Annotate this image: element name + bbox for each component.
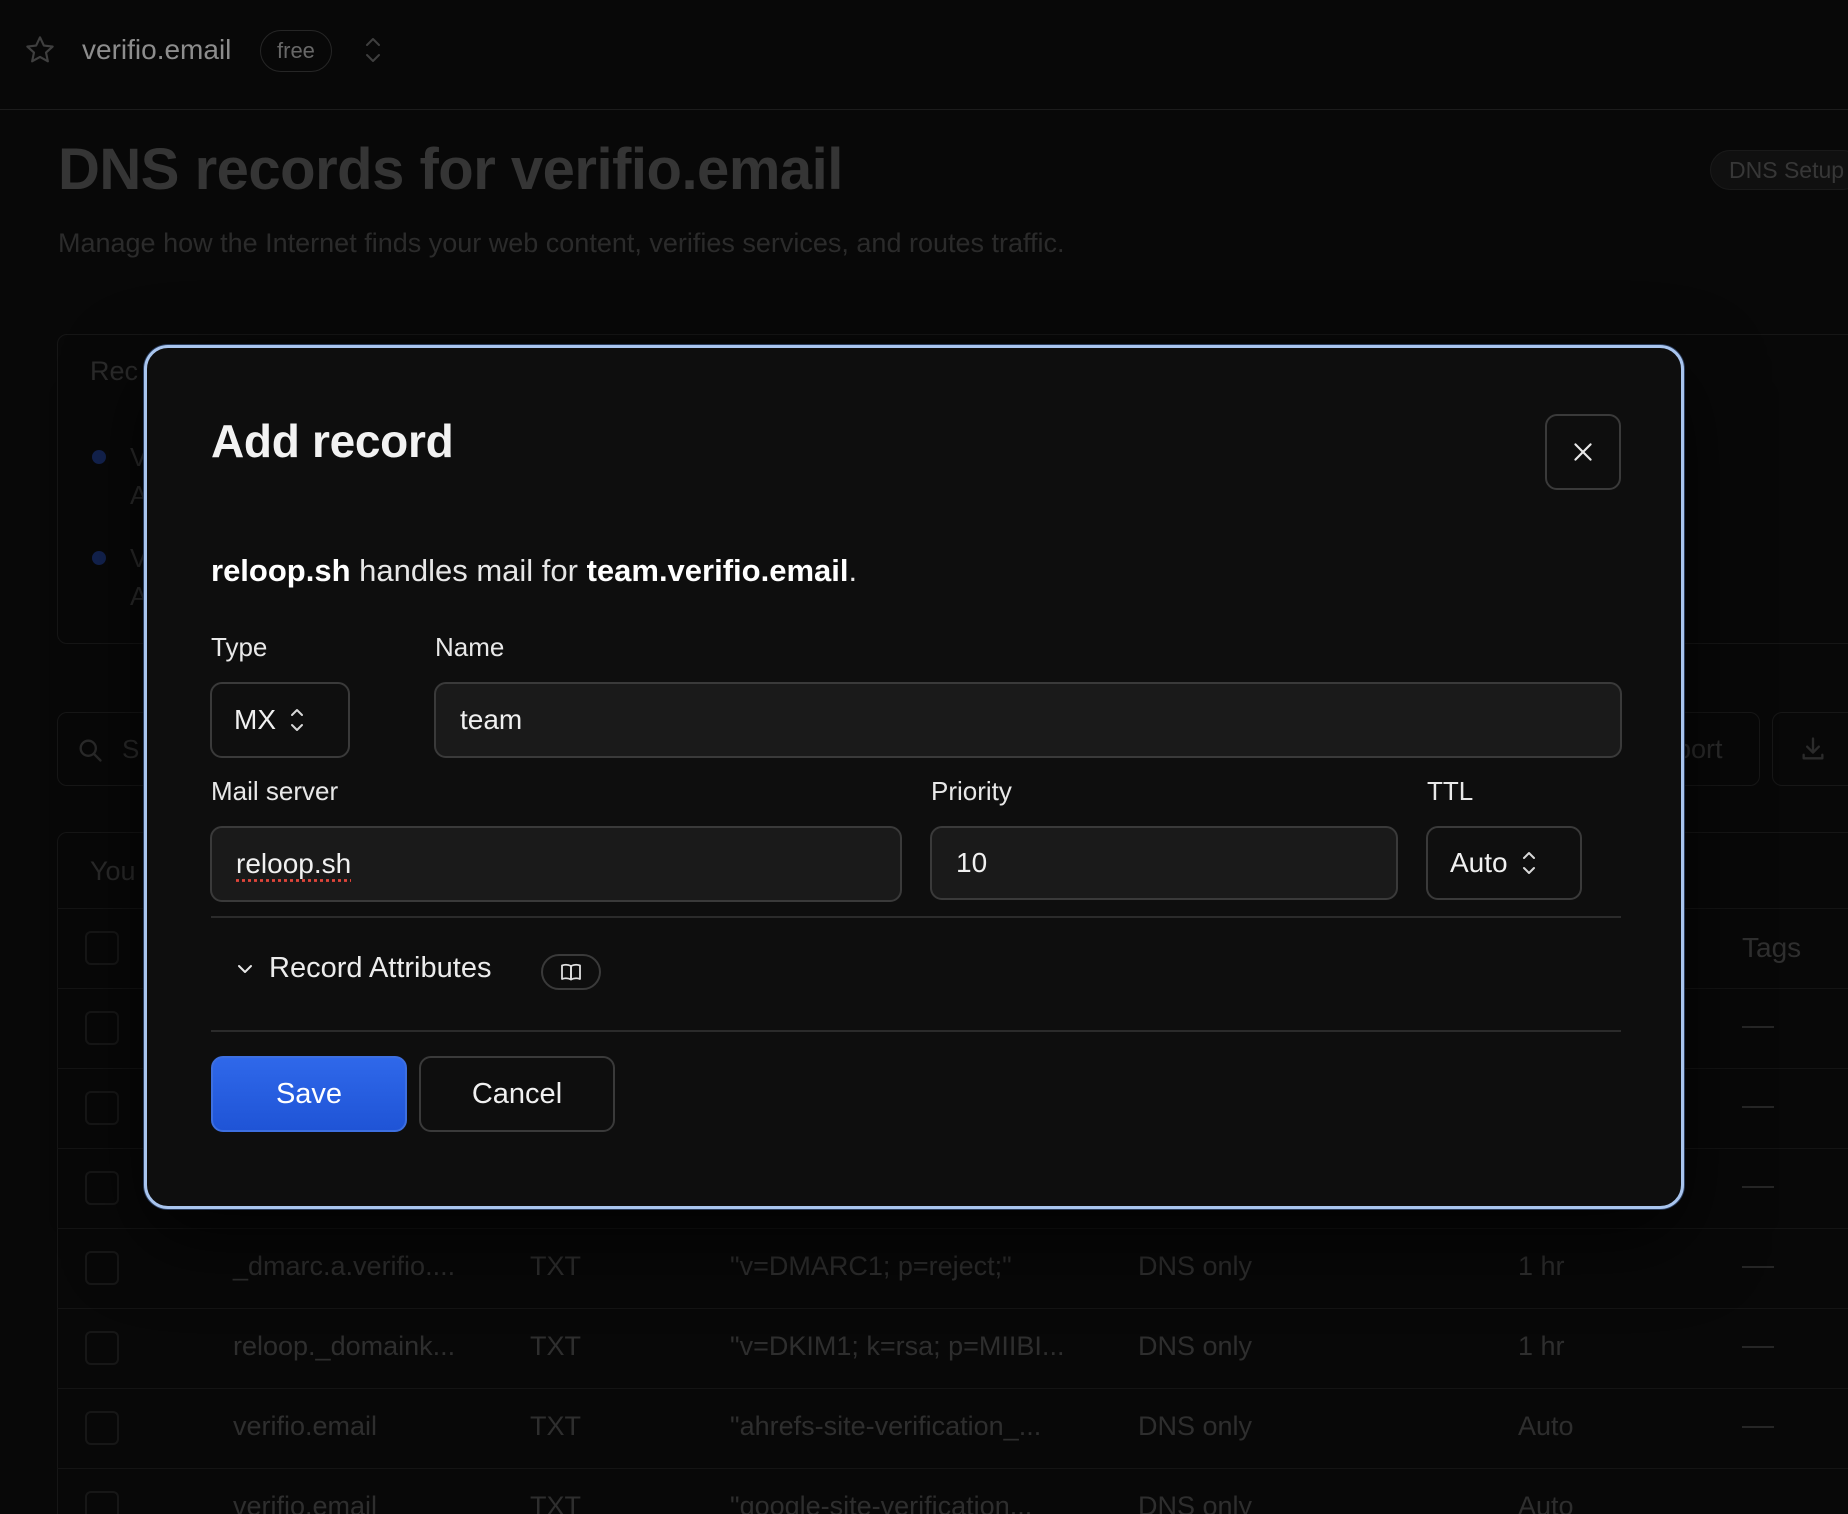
dialog-description: reloop.sh handles mail for team.verifio.… <box>211 553 857 589</box>
mail-provider: reloop.sh <box>211 553 351 588</box>
dialog-title: Add record <box>211 415 454 467</box>
add-record-dialog: Add record reloop.sh handles mail for te… <box>144 345 1684 1209</box>
description-text: handles mail for <box>350 553 587 588</box>
divider <box>211 1030 1621 1032</box>
record-attributes-docs-button[interactable] <box>541 954 601 990</box>
chevron-down-icon <box>238 964 252 973</box>
ttl-value: Auto <box>1450 847 1508 878</box>
record-attributes-toggle[interactable]: Record Attributes <box>235 952 491 985</box>
type-select[interactable]: MX <box>210 682 350 758</box>
record-attributes-label: Record Attributes <box>269 952 492 984</box>
type-label: Type <box>211 632 268 662</box>
priority-input[interactable] <box>930 826 1398 900</box>
book-icon <box>561 963 581 981</box>
description-end: . <box>848 553 858 588</box>
mail-host: team.verifio.email <box>586 553 849 588</box>
name-label: Name <box>435 632 505 662</box>
priority-label: Priority <box>931 776 1012 806</box>
ttl-label: TTL <box>1427 776 1474 806</box>
name-input[interactable] <box>434 682 1622 758</box>
chevron-up-down-icon <box>1522 852 1535 874</box>
chevron-up-down-icon <box>291 709 303 731</box>
divider <box>211 916 1621 918</box>
mail-server-input[interactable]: reloop.sh <box>210 826 902 902</box>
save-button[interactable]: Save <box>211 1056 407 1132</box>
mail-server-label: Mail server <box>211 776 339 806</box>
type-value: MX <box>234 704 276 735</box>
mail-server-value: reloop.sh <box>236 848 352 879</box>
close-button[interactable] <box>1545 414 1621 490</box>
cancel-button[interactable]: Cancel <box>419 1056 615 1132</box>
ttl-select[interactable]: Auto <box>1426 826 1582 900</box>
close-icon <box>1574 443 1592 461</box>
